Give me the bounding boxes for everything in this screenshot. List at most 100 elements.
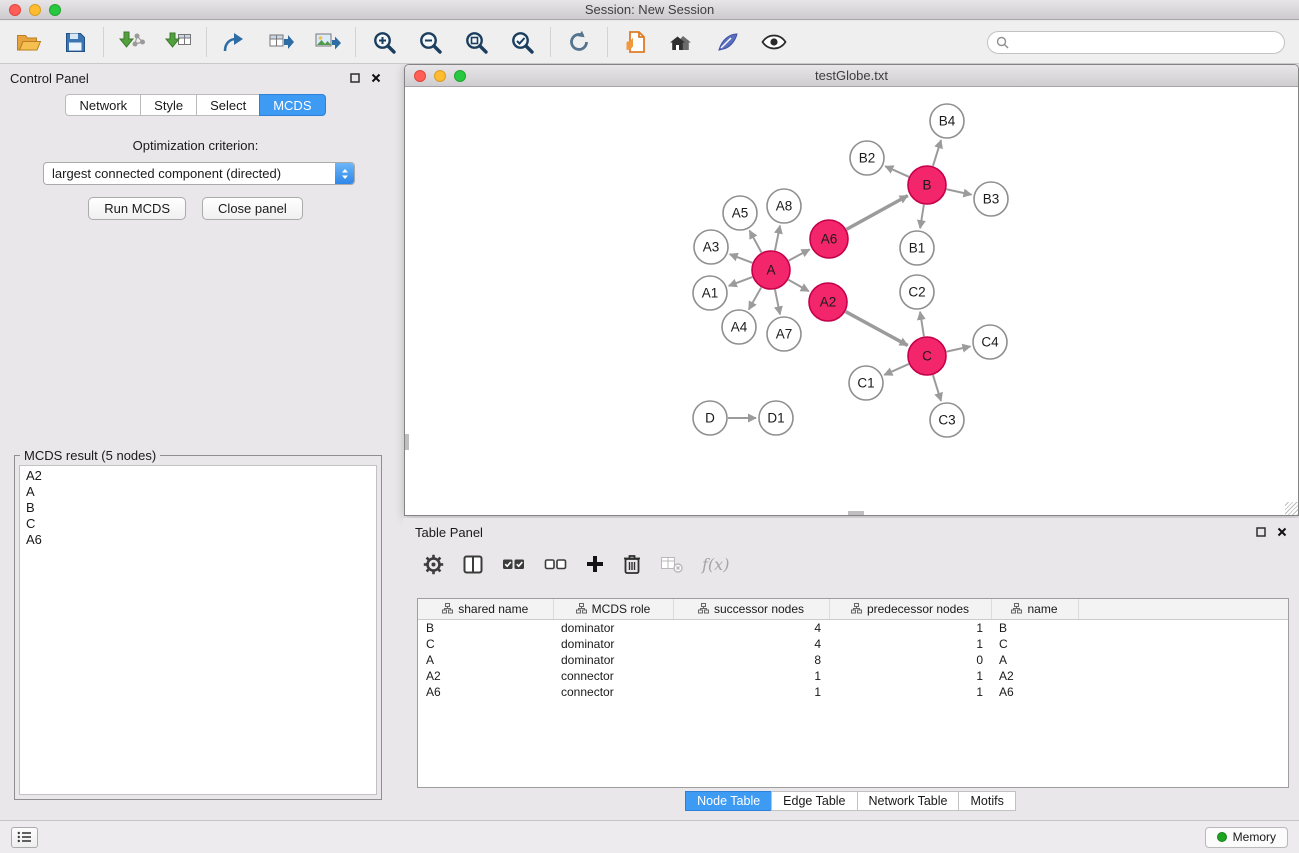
graph-node-D[interactable]: D — [693, 401, 727, 435]
float-table-panel-icon[interactable] — [1256, 527, 1266, 537]
criterion-select[interactable]: largest connected component (directed) — [43, 162, 355, 185]
table-row[interactable]: Adominator80A — [418, 652, 1288, 668]
graph-edge-A-A2[interactable] — [788, 280, 808, 291]
tab-network-table[interactable]: Network Table — [857, 791, 960, 811]
table-cell[interactable]: A6 — [418, 684, 553, 700]
column-header-name[interactable]: name — [991, 599, 1078, 619]
open-session-button[interactable] — [12, 26, 46, 58]
table-cell[interactable]: 4 — [673, 636, 829, 652]
mcds-result-item[interactable]: B — [20, 500, 376, 516]
graph-node-A4[interactable]: A4 — [722, 310, 756, 344]
graph-node-B[interactable]: B — [908, 166, 946, 204]
graph-edge-B-B4[interactable] — [933, 140, 941, 166]
table-cell[interactable]: A — [991, 652, 1078, 668]
refresh-button[interactable] — [562, 26, 596, 58]
network-window-titlebar[interactable]: testGlobe.txt — [405, 65, 1298, 87]
graph-node-A1[interactable]: A1 — [693, 276, 727, 310]
zoom-in-button[interactable] — [367, 26, 401, 58]
mcds-result-item[interactable]: A — [20, 484, 376, 500]
delete-row-button[interactable] — [623, 554, 641, 575]
graph-node-B2[interactable]: B2 — [850, 141, 884, 175]
graph-edge-A-A6[interactable] — [789, 249, 810, 260]
vertical-scroll-indicator[interactable] — [405, 434, 409, 450]
maximize-window-button[interactable] — [49, 4, 61, 16]
graph-edge-C-C3[interactable] — [933, 375, 941, 401]
export-table-button[interactable] — [264, 26, 298, 58]
export-image-button[interactable] — [310, 26, 344, 58]
table-row[interactable]: A2connector11A2 — [418, 668, 1288, 684]
table-row[interactable]: Cdominator41C — [418, 636, 1288, 652]
network-minimize-button[interactable] — [434, 70, 446, 82]
tab-mcds[interactable]: MCDS — [259, 94, 325, 116]
table-cell[interactable]: C — [418, 636, 553, 652]
horizontal-scroll-indicator[interactable] — [848, 511, 864, 515]
table-cell[interactable]: 4 — [673, 619, 829, 636]
tab-select[interactable]: Select — [196, 94, 260, 116]
graph-edge-B-B3[interactable] — [947, 189, 972, 194]
table-cell[interactable]: 1 — [673, 684, 829, 700]
resize-grip[interactable] — [1285, 502, 1298, 515]
table-cell[interactable]: A — [418, 652, 553, 668]
graph-edge-C-C1[interactable] — [884, 364, 908, 375]
table-cell[interactable]: B — [991, 619, 1078, 636]
graph-edge-A-A5[interactable] — [750, 231, 762, 253]
network-canvas[interactable]: B4B2BB3A5A8A6B1A3AA1C2A2A4A7C4CC1C3DD1 — [405, 87, 1298, 515]
zoom-selected-button[interactable] — [505, 26, 539, 58]
column-header-successor-nodes[interactable]: successor nodes — [673, 599, 829, 619]
mcds-result-list[interactable]: A2ABCA6 — [19, 465, 377, 795]
tab-node-table[interactable]: Node Table — [685, 791, 772, 811]
show-column-button[interactable] — [463, 555, 483, 574]
document-button[interactable] — [619, 26, 653, 58]
delete-table-button[interactable] — [660, 555, 683, 573]
import-table-button[interactable] — [161, 26, 195, 58]
table-cell[interactable]: connector — [553, 684, 673, 700]
tab-style[interactable]: Style — [140, 94, 197, 116]
graph-node-B3[interactable]: B3 — [974, 182, 1008, 216]
graph-node-A7[interactable]: A7 — [767, 317, 801, 351]
memory-button[interactable]: Memory — [1205, 827, 1288, 848]
close-window-button[interactable] — [9, 4, 21, 16]
table-cell[interactable]: 1 — [829, 668, 991, 684]
function-builder-button[interactable]: f(x) — [702, 555, 729, 574]
style-brush-button[interactable] — [711, 26, 745, 58]
table-cell[interactable]: connector — [553, 668, 673, 684]
graph-edge-A6-B[interactable] — [847, 196, 908, 230]
table-cell[interactable]: 0 — [829, 652, 991, 668]
graph-edge-A-A3[interactable] — [730, 254, 753, 263]
graph-node-B1[interactable]: B1 — [900, 231, 934, 265]
network-graph[interactable]: B4B2BB3A5A8A6B1A3AA1C2A2A4A7C4CC1C3DD1 — [405, 87, 1298, 515]
column-header-mcds-role[interactable]: MCDS role — [553, 599, 673, 619]
table-cell[interactable]: C — [991, 636, 1078, 652]
graph-edge-C-C4[interactable] — [947, 346, 971, 351]
table-cell[interactable]: B — [418, 619, 553, 636]
task-history-button[interactable] — [11, 827, 38, 848]
table-cell[interactable]: dominator — [553, 652, 673, 668]
table-cell[interactable]: 1 — [829, 684, 991, 700]
run-mcds-button[interactable]: Run MCDS — [88, 197, 186, 220]
table-cell[interactable]: dominator — [553, 636, 673, 652]
table-cell[interactable]: A6 — [991, 684, 1078, 700]
zoom-out-button[interactable] — [413, 26, 447, 58]
table-row[interactable]: A6connector11A6 — [418, 684, 1288, 700]
table-cell[interactable]: 8 — [673, 652, 829, 668]
unselect-all-button[interactable] — [544, 557, 567, 571]
table-settings-button[interactable] — [423, 554, 444, 575]
float-panel-icon[interactable] — [350, 73, 360, 83]
graph-edge-A-A7[interactable] — [775, 290, 780, 315]
graph-edge-C-C2[interactable] — [920, 312, 924, 336]
tab-motifs[interactable]: Motifs — [958, 791, 1015, 811]
graph-edge-A2-C[interactable] — [846, 312, 908, 346]
graph-node-A2[interactable]: A2 — [809, 283, 847, 321]
mcds-result-item[interactable]: A2 — [20, 468, 376, 484]
zoom-fit-button[interactable] — [459, 26, 493, 58]
export-network-button[interactable] — [218, 26, 252, 58]
graph-edge-A-A8[interactable] — [775, 226, 780, 251]
graph-edge-A-A1[interactable] — [729, 277, 753, 286]
add-row-button[interactable] — [586, 555, 604, 573]
graph-edge-B-B2[interactable] — [885, 166, 909, 177]
search-input[interactable] — [1015, 35, 1276, 50]
graph-node-B4[interactable]: B4 — [930, 104, 964, 138]
table-cell[interactable]: 1 — [673, 668, 829, 684]
network-maximize-button[interactable] — [454, 70, 466, 82]
import-network-button[interactable] — [115, 26, 149, 58]
